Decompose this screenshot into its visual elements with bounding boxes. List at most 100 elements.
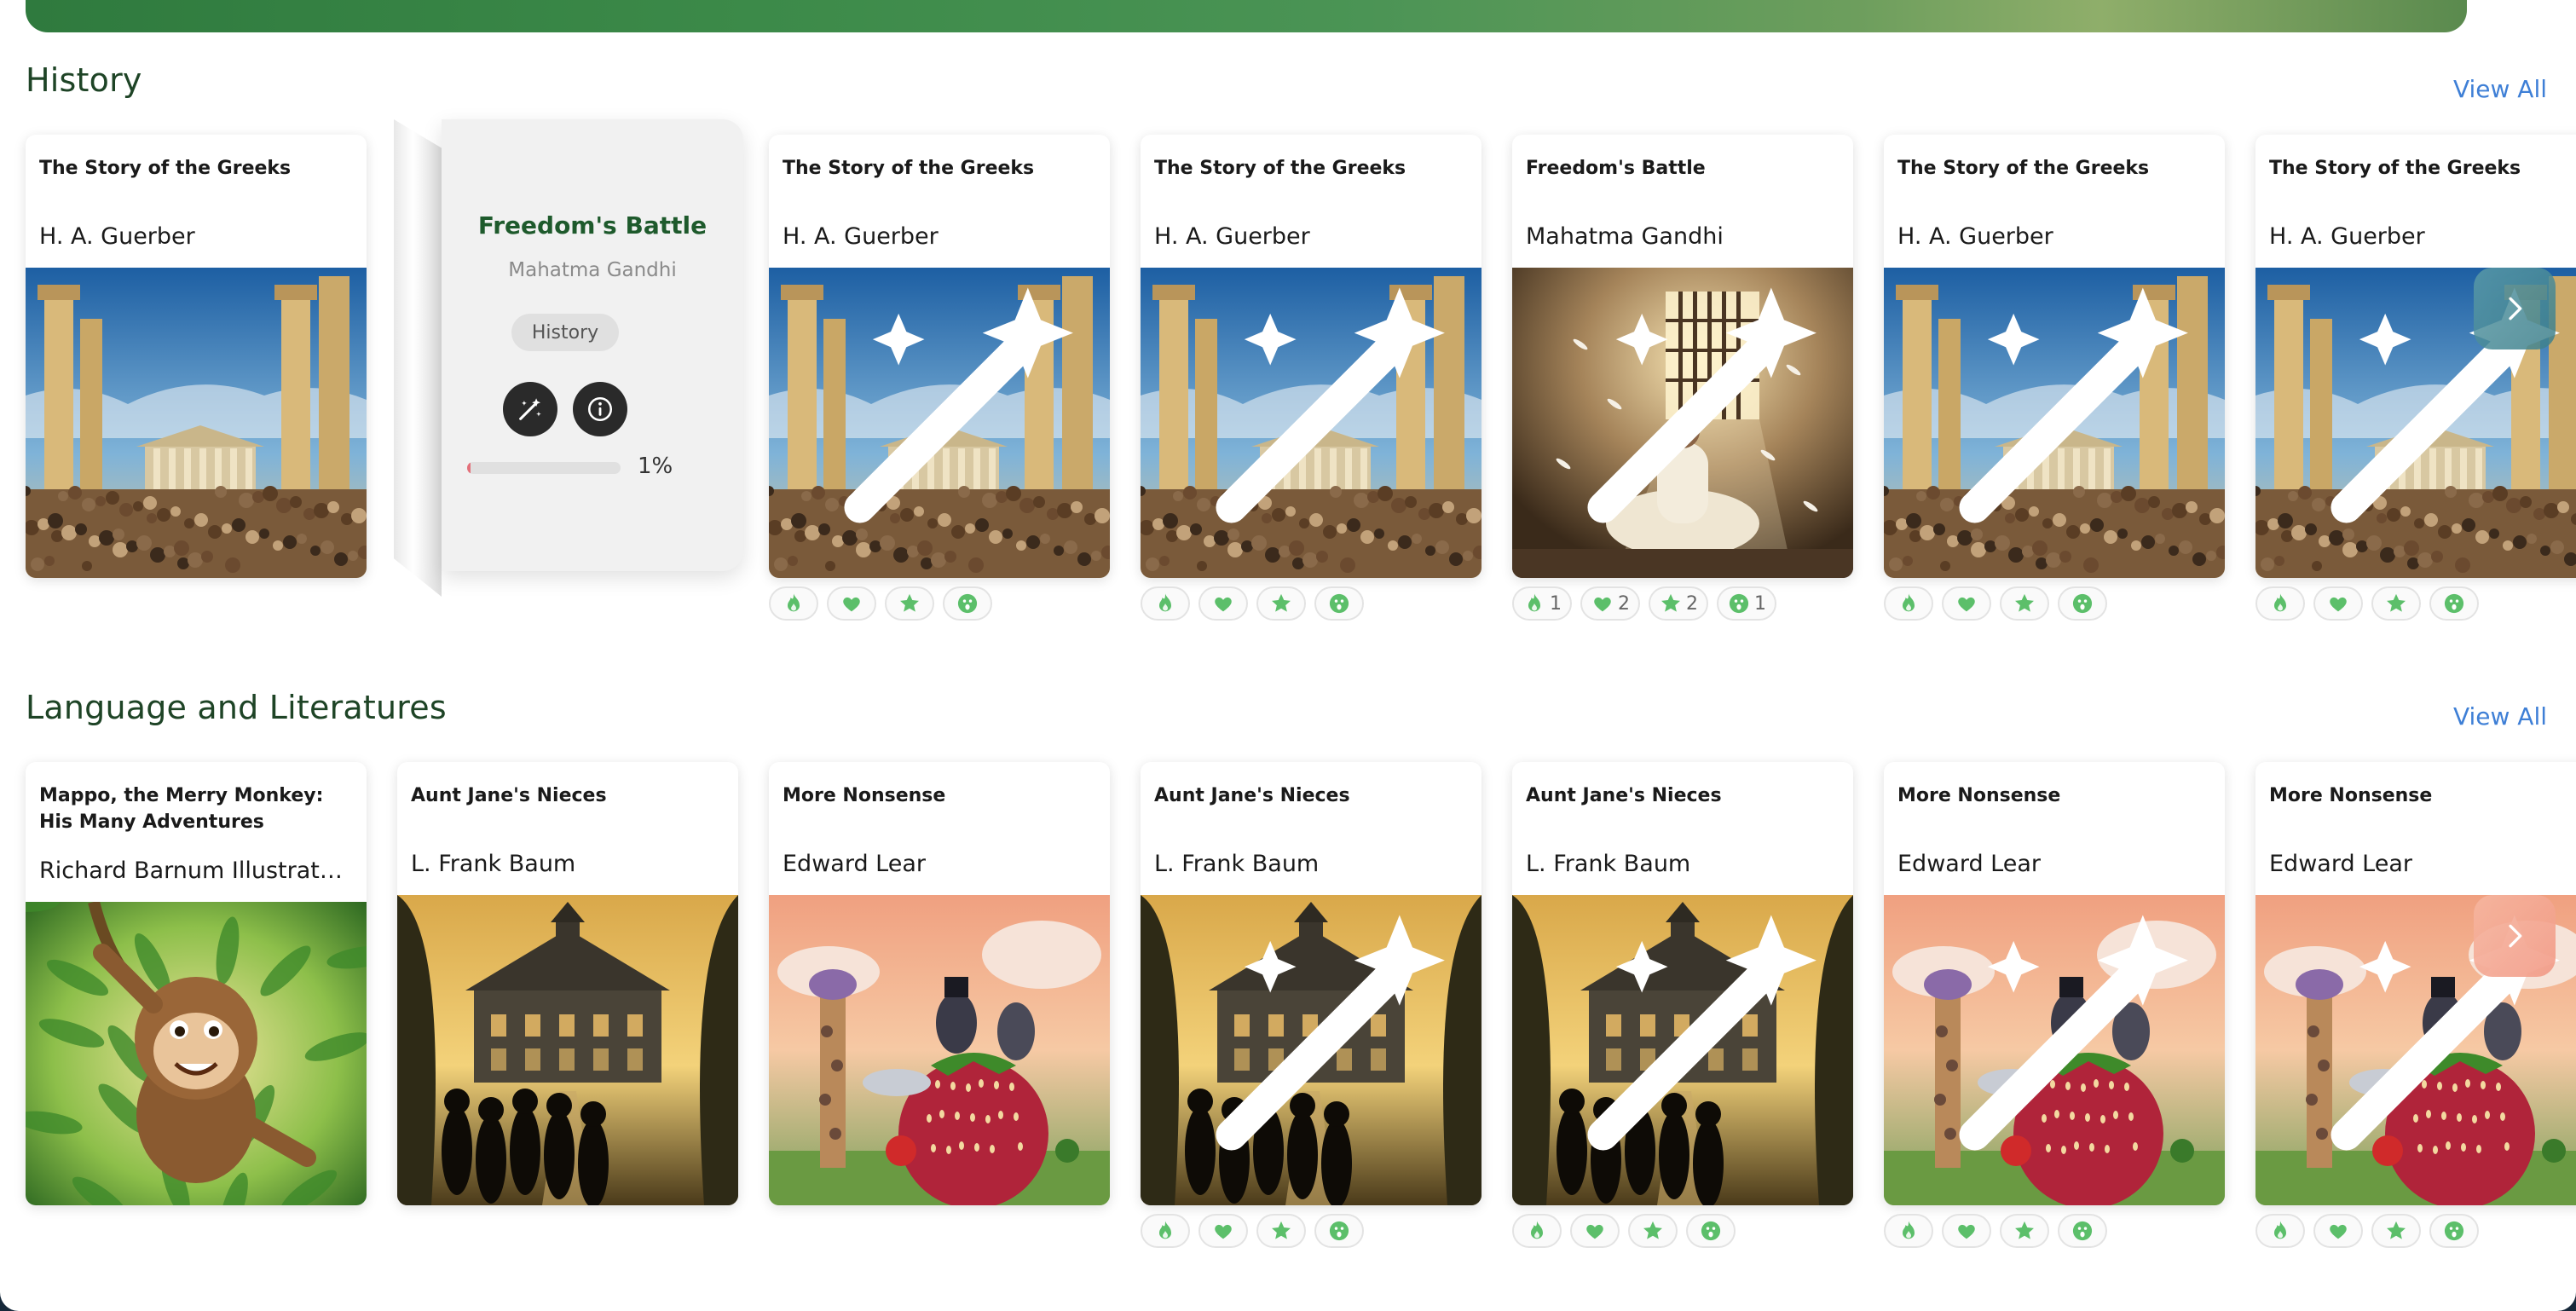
book-author: Edward Lear [1897,851,2041,877]
surprised-face-icon [2071,1219,2094,1243]
book-card[interactable]: Aunt Jane's Nieces L. Frank Baum [397,762,738,1205]
heart-reaction-button[interactable] [1942,586,1991,621]
info-button[interactable] [573,382,627,436]
fire-reaction-button[interactable] [1141,586,1190,621]
fire-reaction-button[interactable] [1141,1214,1190,1248]
book-card[interactable]: The Story of the Greeks H. A. Guerber [26,135,367,578]
book-detail-panel: Freedom's Battle Mahatma Gandhi History … [442,119,743,571]
heart-reaction-button[interactable] [2313,586,2363,621]
heart-reaction-button[interactable] [1198,1214,1248,1248]
surprised-face-reaction-button[interactable] [2429,586,2479,621]
heart-icon [1211,1219,1235,1243]
book-card[interactable]: Aunt Jane's Nieces L. Frank Baum [1512,762,1853,1205]
book-card[interactable]: Aunt Jane's Nieces L. Frank Baum [1141,762,1481,1205]
star-reaction-button[interactable] [2000,1214,2049,1248]
fire-reaction-button[interactable] [1884,1214,1933,1248]
fire-icon [1153,592,1177,615]
reaction-bar [2255,1214,2479,1248]
history-next-button[interactable] [2474,268,2556,349]
book-author: Edward Lear [2269,851,2412,877]
fire-icon [1522,592,1546,615]
star-reaction-button[interactable] [1256,1214,1306,1248]
fire-icon [2268,1219,2292,1243]
heart-reaction-button[interactable] [1570,1214,1620,1248]
detail-title: Freedom's Battle [477,211,708,240]
book-card[interactable]: The Story of the Greeks H. A. Guerber [1141,135,1481,578]
magic-wand-button[interactable] [503,382,557,436]
book-card[interactable]: More Nonsense Edward Lear [769,762,1110,1205]
magic-wand-icon [844,287,1073,523]
book-cover-image [1141,895,1481,1205]
reaction-count: 1 [1754,592,1766,615]
star-reaction-button[interactable] [1256,586,1306,621]
surprised-face-reaction-button[interactable] [2429,1214,2479,1248]
surprised-face-reaction-button[interactable] [943,586,992,621]
surprised-face-reaction-button[interactable] [1686,1214,1736,1248]
heart-reaction-button[interactable]: 2 [1580,586,1640,621]
book-author: H. A. Guerber [1897,223,2053,250]
star-reaction-button[interactable]: 2 [1649,586,1708,621]
section-title-history: History [26,61,142,99]
surprised-face-reaction-button[interactable] [1314,586,1364,621]
heart-icon [1955,592,1978,615]
surprised-face-reaction-button[interactable] [1314,1214,1364,1248]
surprised-face-reaction-button[interactable] [2058,1214,2107,1248]
star-reaction-button[interactable] [2000,586,2049,621]
fire-reaction-button[interactable] [1884,586,1933,621]
book-card-flipped[interactable]: Freedom's Battle Mahatma Gandhi History … [394,119,743,631]
star-reaction-button[interactable] [2371,1214,2421,1248]
surprised-face-reaction-button[interactable]: 1 [1717,586,1776,621]
heart-icon [2326,1219,2350,1243]
book-card[interactable]: The Story of the Greeks H. A. Guerber [769,135,1110,578]
book-card[interactable]: The Story of the Greeks H. A. Guerber [1884,135,2225,578]
fire-reaction-button[interactable] [2255,1214,2305,1248]
surprised-face-icon [1699,1219,1723,1243]
view-all-language-link[interactable]: View All [2453,702,2547,731]
view-all-history-link[interactable]: View All [2453,75,2547,103]
star-reaction-button[interactable] [885,586,934,621]
reaction-count: 2 [1618,592,1630,615]
heart-reaction-button[interactable] [1198,586,1248,621]
book-card[interactable]: More Nonsense Edward Lear [1884,762,2225,1205]
heart-reaction-button[interactable] [827,586,876,621]
heart-reaction-button[interactable] [1942,1214,1991,1248]
heart-icon [1583,1219,1607,1243]
book-card[interactable]: Freedom's Battle Mahatma Gandhi [1512,135,1853,578]
heart-icon [840,592,863,615]
book-author: H. A. Guerber [783,223,939,250]
heart-icon [1591,592,1614,615]
book-card[interactable]: The Story of the Greeks H. A. Guerber [2255,135,2576,578]
surprised-face-icon [2071,592,2094,615]
book-card[interactable]: More Nonsense Edward Lear [2255,762,2576,1205]
book-cover-image [769,895,1110,1205]
magic-wand-icon [1216,287,1445,523]
star-icon [898,592,921,615]
reaction-count: 1 [1550,592,1562,615]
star-icon [2013,592,2036,615]
star-reaction-button[interactable] [2371,586,2421,621]
surprised-face-icon [1327,592,1351,615]
book-author: H. A. Guerber [2269,223,2425,250]
fire-icon [2268,592,2292,615]
heart-reaction-button[interactable] [2313,1214,2363,1248]
heart-icon [1955,1219,1978,1243]
fire-icon [1153,1219,1177,1243]
chevron-right-icon [2509,924,2522,948]
reading-progress-label: 1% [638,453,673,479]
star-reaction-button[interactable] [1628,1214,1678,1248]
book-title: More Nonsense [783,785,946,806]
surprised-face-reaction-button[interactable] [2058,586,2107,621]
fire-reaction-button[interactable] [769,586,818,621]
fire-reaction-button[interactable]: 1 [1512,586,1572,621]
category-tag[interactable]: History [511,314,619,351]
surprised-face-icon [1727,592,1751,615]
fire-reaction-button[interactable] [2255,586,2305,621]
fire-reaction-button[interactable] [1512,1214,1562,1248]
language-next-button[interactable] [2474,895,2556,977]
book-title: More Nonsense [1897,785,2061,806]
book-author: Edward Lear [783,851,926,877]
book-card[interactable]: Mappo, the Merry Monkey: His Many Advent… [26,762,367,1205]
book-title: The Story of the Greeks [1154,158,1406,179]
reaction-count: 2 [1686,592,1698,615]
magic-wand-icon [1216,915,1445,1151]
